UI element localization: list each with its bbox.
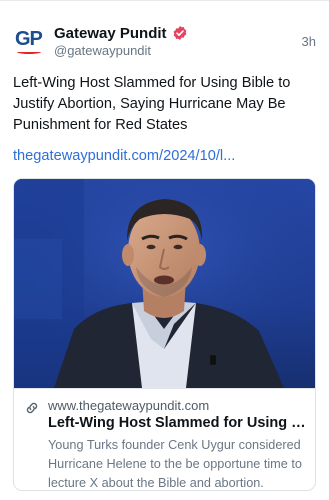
link-icon [26, 402, 38, 414]
card-description: Young Turks founder Cenk Uygur considere… [48, 438, 302, 490]
link-preview-card[interactable]: www.thegatewaypundit.com Left-Wing Host … [13, 178, 316, 491]
verified-badge-icon [173, 26, 186, 40]
card-image[interactable] [14, 179, 315, 388]
avatar-swoosh [17, 50, 41, 54]
avatar-logo-text: GP [15, 28, 43, 50]
post-link[interactable]: thegatewaypundit.com/2024/10/l... [13, 148, 235, 164]
card-domain: www.thegatewaypundit.com [48, 398, 210, 413]
video-still-man-speaking-icon [14, 179, 315, 388]
author-display-name[interactable]: Gateway Pundit [54, 25, 167, 42]
author-handle[interactable]: @gatewaypundit [54, 43, 151, 58]
card-meta[interactable]: www.thegatewaypundit.com Left-Wing Host … [14, 388, 315, 490]
author-name-row: Gateway Pundit [54, 23, 188, 43]
avatar[interactable]: GP [12, 23, 46, 57]
card-title[interactable]: Left-Wing Host Slammed for Using Bi... [48, 415, 310, 431]
post-text: Left-Wing Host Slammed for Using Bible t… [13, 75, 291, 133]
post-timestamp[interactable]: 3h [302, 34, 316, 49]
post[interactable]: GP Gateway Pundit @gatewaypundit 3h Left… [0, 0, 329, 500]
